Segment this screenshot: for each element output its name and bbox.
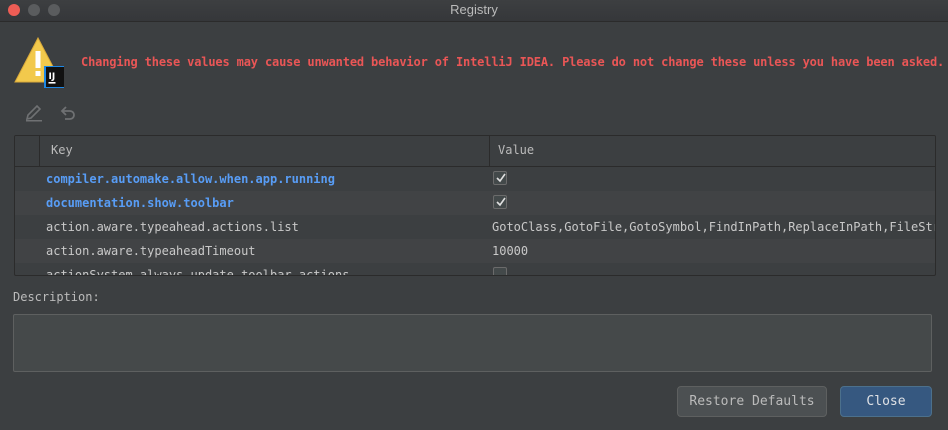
row-key: action.aware.typeaheadTimeout (46, 244, 256, 258)
close-button[interactable]: Close (840, 386, 932, 417)
row-key: compiler.automake.allow.when.app.running (46, 172, 335, 186)
row-key: actionSystem.always.update.toolbar.actio… (46, 268, 350, 276)
checkmark-icon (496, 197, 506, 207)
row-value: 10000 (492, 244, 529, 258)
warning-idea-icon: IJ (14, 36, 64, 88)
row-value-checkbox[interactable] (493, 267, 507, 275)
header-divider[interactable] (489, 136, 490, 166)
row-key: documentation.show.toolbar (46, 196, 234, 210)
window-title: Registry (450, 2, 498, 17)
warning-message: Changing these values may cause unwanted… (81, 55, 945, 69)
description-field[interactable] (13, 314, 932, 372)
table-row[interactable]: action.aware.typeaheadTimeout 10000 (15, 239, 935, 263)
restore-defaults-button[interactable]: Restore Defaults (677, 386, 827, 417)
registry-dialog: Registry IJ Changing these values may ca… (0, 0, 948, 430)
svg-text:IJ: IJ (49, 72, 56, 82)
row-value-checkbox[interactable] (493, 171, 507, 185)
column-header-value[interactable]: Value (498, 143, 534, 157)
header-divider (39, 136, 40, 166)
row-value: GotoClass,GotoFile,GotoSymbol,FindInPath… (492, 220, 936, 234)
table-row[interactable]: action.aware.typeahead.actions.list Goto… (15, 215, 935, 239)
registry-table: Key Value compiler.automake.allow.when.a… (14, 135, 936, 276)
column-header-key[interactable]: Key (51, 143, 73, 157)
checkmark-icon (496, 173, 506, 183)
row-key: action.aware.typeahead.actions.list (46, 220, 299, 234)
row-value-checkbox[interactable] (493, 195, 507, 209)
table-row[interactable]: actionSystem.always.update.toolbar.actio… (15, 263, 935, 276)
table-row[interactable]: compiler.automake.allow.when.app.running (15, 167, 935, 191)
description-label: Description: (13, 290, 100, 304)
table-header: Key Value (15, 136, 935, 167)
title-bar: Registry (0, 0, 948, 22)
pencil-icon[interactable] (24, 104, 44, 122)
undo-icon[interactable] (58, 104, 78, 122)
table-row[interactable]: documentation.show.toolbar (15, 191, 935, 215)
